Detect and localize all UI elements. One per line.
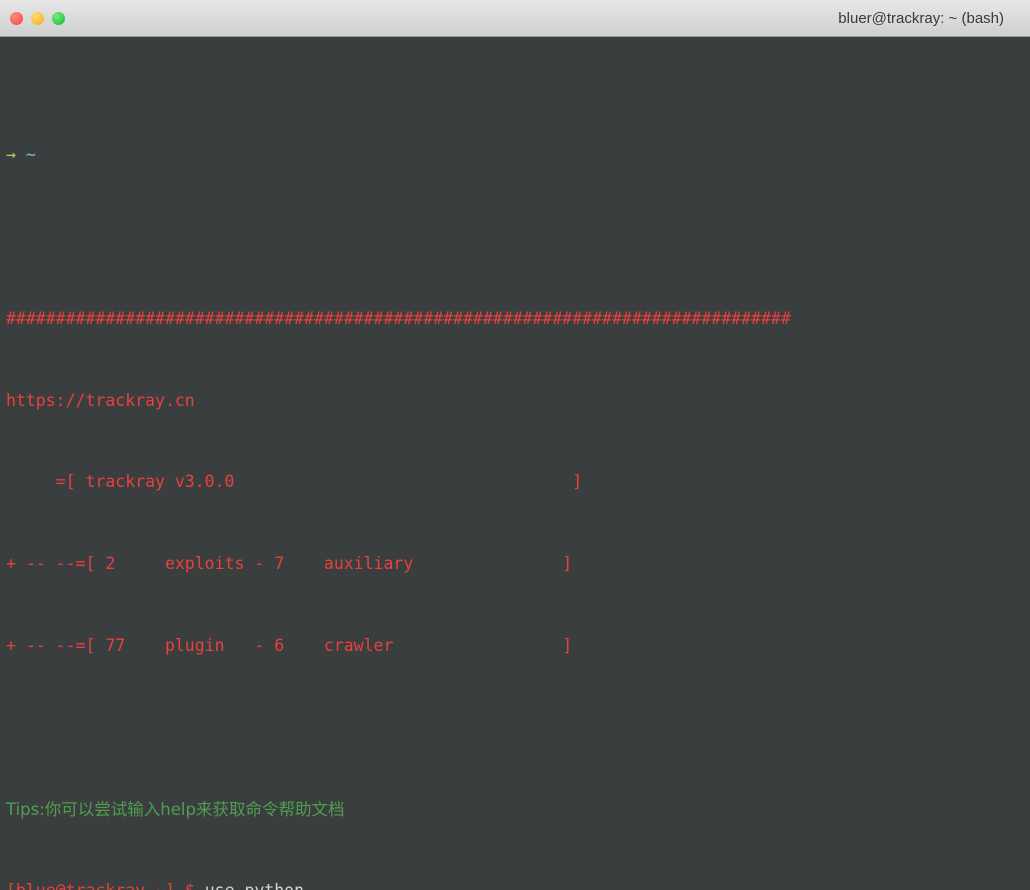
minimize-button[interactable] bbox=[31, 12, 44, 25]
banner-url-line: https://trackray.cn bbox=[6, 391, 1030, 411]
close-button[interactable] bbox=[10, 12, 23, 25]
terminal-output-area[interactable]: → ~ ####################################… bbox=[0, 37, 1030, 890]
banner-url: https://trackray.cn bbox=[6, 391, 195, 410]
terminal-line-blank-1 bbox=[6, 227, 1030, 247]
command-text: use python bbox=[205, 881, 304, 890]
cwd-indicator: ~ bbox=[26, 145, 36, 164]
prompt-host: [blue@trackray ~] bbox=[6, 881, 175, 890]
banner-plugins: + -- --=[ 77 plugin - 6 crawler ] bbox=[6, 636, 572, 655]
terminal-line-blank-2 bbox=[6, 718, 1030, 738]
banner-rule: ########################################… bbox=[6, 309, 1030, 329]
banner-version-line: =[ trackray v3.0.0 ] bbox=[6, 472, 1030, 492]
banner-version: =[ trackray v3.0.0 ] bbox=[6, 472, 582, 491]
banner-exploits: + -- --=[ 2 exploits - 7 auxiliary ] bbox=[6, 554, 572, 573]
tips-line: Tips:你可以尝试输入help来获取命令帮助文档 bbox=[6, 800, 1030, 820]
window-title: bluer@trackray: ~ (bash) bbox=[0, 10, 1030, 27]
prompt-symbol: $ bbox=[185, 881, 195, 890]
tips-text: Tips:你可以尝试输入help来获取命令帮助文档 bbox=[6, 800, 344, 819]
terminal-screen: → ~ ####################################… bbox=[6, 78, 1030, 890]
banner-module-line-1: + -- --=[ 2 exploits - 7 auxiliary ] bbox=[6, 554, 1030, 574]
terminal-line-arrow: → ~ bbox=[6, 145, 1030, 165]
command-line-use-python: [blue@trackray ~] $ use python bbox=[6, 881, 1030, 890]
banner-rule-text: ########################################… bbox=[6, 309, 791, 328]
maximize-button[interactable] bbox=[52, 12, 65, 25]
window-titlebar: bluer@trackray: ~ (bash) bbox=[0, 0, 1030, 37]
window-controls[interactable] bbox=[0, 12, 65, 25]
arrow-icon: → bbox=[6, 145, 16, 164]
banner-module-line-2: + -- --=[ 77 plugin - 6 crawler ] bbox=[6, 636, 1030, 656]
